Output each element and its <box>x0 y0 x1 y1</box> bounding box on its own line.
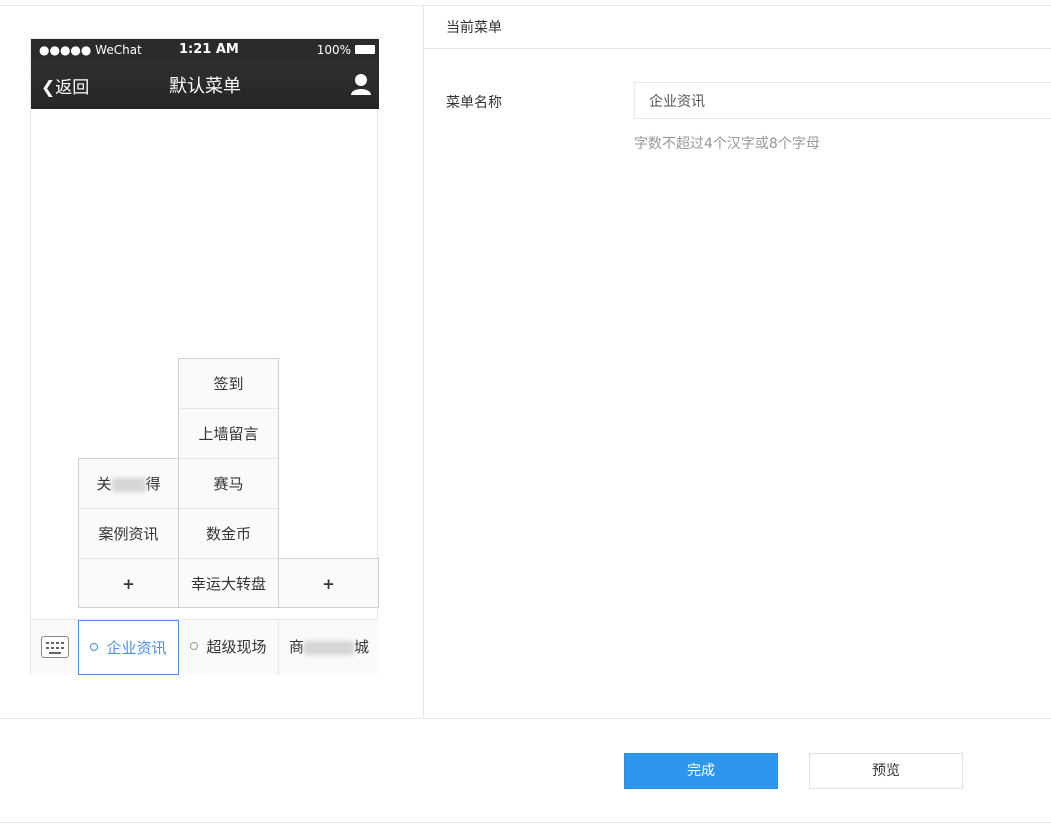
menu-label: 商 <box>288 638 304 656</box>
menu-name-hint: 字数不超过4个汉字或8个字母 <box>634 136 820 152</box>
submenu-mall: + <box>278 558 379 608</box>
submenu-item-horse-race[interactable]: 赛马 <box>179 459 278 509</box>
submenu-item-label: 得 <box>145 475 161 493</box>
add-submenu-button[interactable]: + <box>279 559 378 609</box>
menu-bar: 企业资讯 超级现场 商城 <box>31 619 379 675</box>
submenu-indicator-icon <box>190 641 199 650</box>
submenu-company-news: 关得 案例资讯 + <box>78 458 179 608</box>
status-time: 1:21 AM <box>179 42 239 57</box>
blurred-text <box>111 477 146 492</box>
top-border <box>0 5 1051 6</box>
footer-divider <box>0 718 1051 719</box>
wechat-navbar: ❮返回 默认菜单 <box>31 61 379 109</box>
panel-divider <box>423 5 424 719</box>
preview-button[interactable]: 预览 <box>809 753 963 789</box>
submenu-item-wall-message[interactable]: 上墙留言 <box>179 409 278 459</box>
menu-company-news[interactable]: 企业资讯 <box>78 620 179 675</box>
carrier-text: ●●●●● WeChat <box>39 43 142 57</box>
menu-name-input[interactable] <box>634 82 1051 119</box>
user-icon <box>351 74 371 95</box>
add-submenu-button[interactable]: + <box>79 559 178 609</box>
bottom-border <box>0 822 1051 823</box>
phone-preview: ●●●●● WeChat 1:21 AM 100% ❮返回 默认菜单 关得 案例… <box>30 38 379 675</box>
menu-name-label: 菜单名称 <box>446 95 502 111</box>
battery-text: 100% <box>316 43 351 57</box>
submenu-item-label: 关 <box>96 475 112 493</box>
done-button[interactable]: 完成 <box>624 753 778 789</box>
section-title: 当前菜单 <box>446 20 502 36</box>
menu-mall[interactable]: 商城 <box>279 620 379 675</box>
menu-label: 城 <box>354 638 370 656</box>
submenu-super-live: 签到 上墙留言 赛马 数金币 幸运大转盘 <box>178 358 279 608</box>
battery-icon <box>355 45 375 54</box>
nav-title: 默认菜单 <box>169 76 241 97</box>
submenu-item-cases[interactable]: 案例资讯 <box>79 509 178 559</box>
menu-label: 企业资讯 <box>106 639 167 657</box>
submenu-item-lucky-wheel[interactable]: 幸运大转盘 <box>179 559 278 609</box>
blurred-text <box>304 640 354 655</box>
section-divider <box>424 48 1051 49</box>
submenu-indicator-icon <box>90 642 99 651</box>
menu-label: 超级现场 <box>206 638 267 656</box>
keyboard-icon[interactable] <box>41 636 69 658</box>
submenu-item-checkin[interactable]: 签到 <box>179 359 278 409</box>
submenu-item-count-coins[interactable]: 数金币 <box>179 509 278 559</box>
menu-super-live[interactable]: 超级现场 <box>179 620 278 675</box>
status-bar: ●●●●● WeChat 1:21 AM 100% <box>31 39 379 61</box>
submenu-item-about[interactable]: 关得 <box>79 459 178 509</box>
